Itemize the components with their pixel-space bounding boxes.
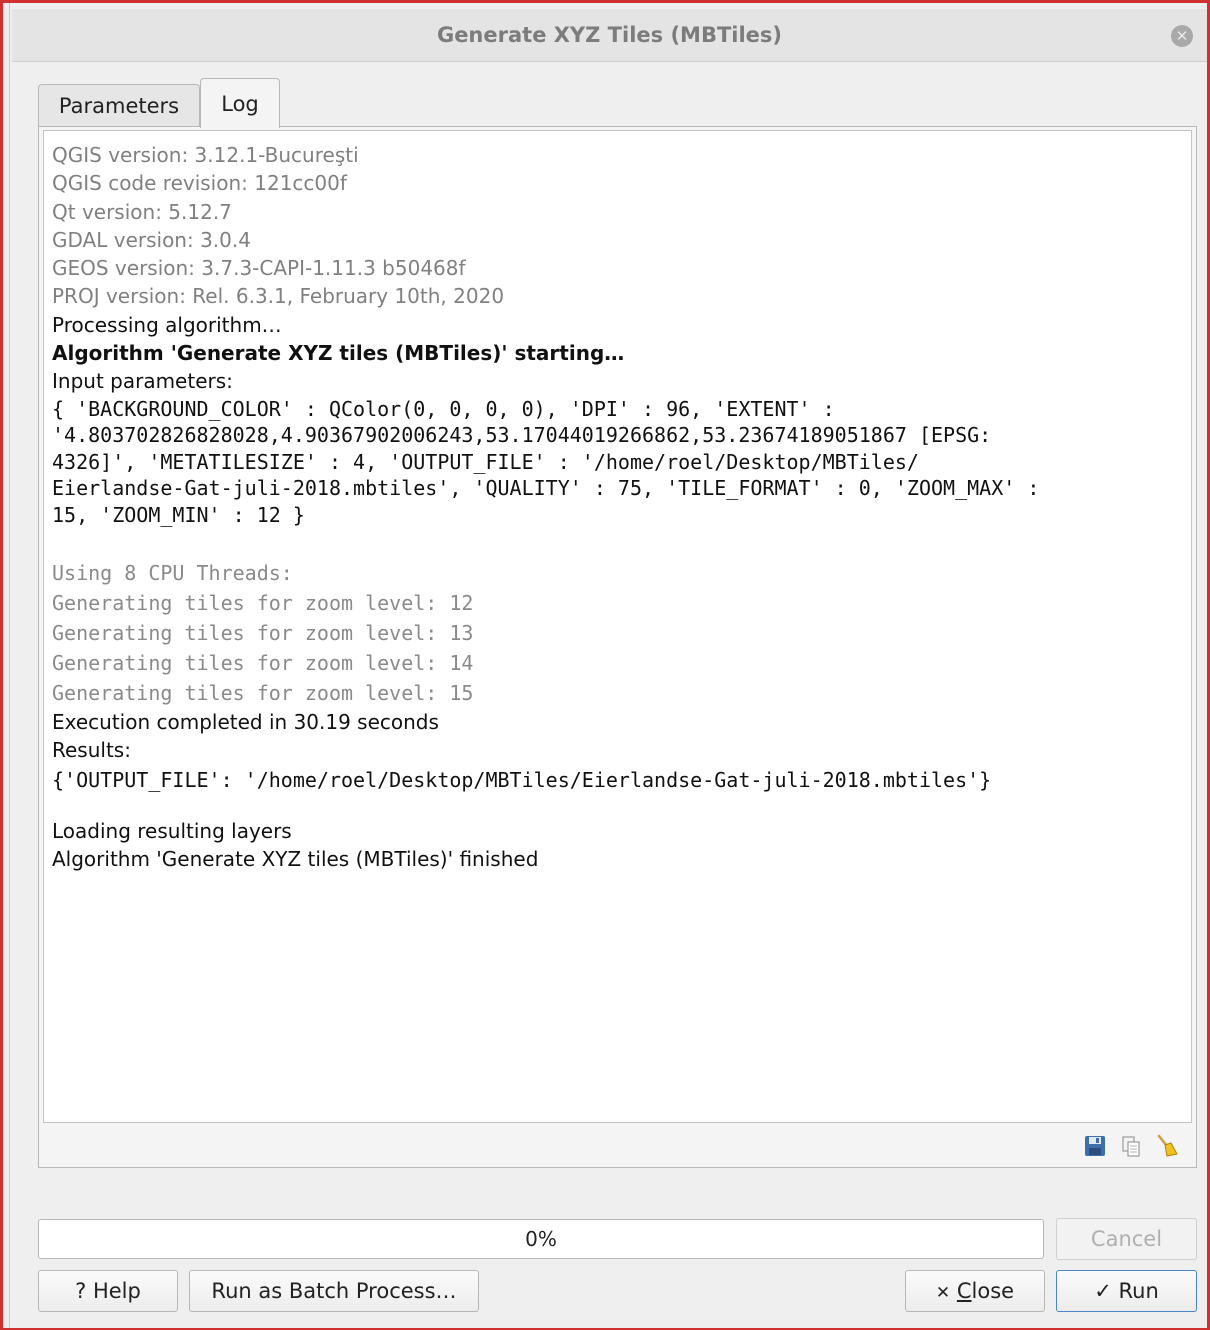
progress-bar: 0% bbox=[38, 1219, 1044, 1259]
log-finished: Algorithm 'Generate XYZ tiles (MBTiles)'… bbox=[52, 847, 539, 872]
log-thread-line: Using 8 CPU Threads: bbox=[52, 561, 293, 586]
log-input-label: Input parameters: bbox=[52, 369, 233, 394]
log-toolbar bbox=[1066, 1131, 1186, 1161]
cancel-button[interactable]: Cancel bbox=[1056, 1218, 1197, 1260]
log-params-line: 4326]', 'METATILESIZE' : 4, 'OUTPUT_FILE… bbox=[52, 449, 919, 474]
log-line: QGIS code revision: 121cc00f bbox=[52, 171, 347, 196]
close-button[interactable]: ✕ Close bbox=[905, 1270, 1045, 1312]
log-starting: Algorithm 'Generate XYZ tiles (MBTiles)'… bbox=[52, 341, 625, 366]
tab-log[interactable]: Log bbox=[200, 78, 280, 128]
log-line: PROJ version: Rel. 6.3.1, February 10th,… bbox=[52, 284, 505, 309]
help-icon: ? bbox=[75, 1279, 87, 1303]
log-params-line: { 'BACKGROUND_COLOR' : QColor(0, 0, 0, 0… bbox=[52, 396, 835, 421]
progress-text: 0% bbox=[525, 1227, 557, 1251]
log-line: GDAL version: 3.0.4 bbox=[52, 227, 251, 252]
copy-icon[interactable] bbox=[1116, 1131, 1146, 1161]
log-results-label: Results: bbox=[52, 738, 131, 763]
log-processing: Processing algorithm… bbox=[52, 312, 282, 337]
help-label: Help bbox=[92, 1279, 141, 1303]
help-button[interactable]: ? Help bbox=[38, 1270, 178, 1312]
log-params-line: 15, 'ZOOM_MIN' : 12 } bbox=[52, 502, 305, 527]
log-thread-line: Generating tiles for zoom level: 14 bbox=[52, 651, 474, 676]
title-bar: Generate XYZ Tiles (MBTiles) ✕ bbox=[12, 9, 1207, 62]
dialog-window: Generate XYZ Tiles (MBTiles) ✕ Parameter… bbox=[0, 0, 1210, 1330]
log-results-value: {'OUTPUT_FILE': '/home/roel/Desktop/MBTi… bbox=[52, 767, 992, 792]
log-thread-line: Generating tiles for zoom level: 13 bbox=[52, 621, 474, 646]
clear-icon[interactable] bbox=[1152, 1131, 1182, 1161]
log-panel: QGIS version: 3.12.1-Bucureşti QGIS code… bbox=[38, 126, 1197, 1168]
log-execution: Execution completed in 30.19 seconds bbox=[52, 710, 439, 735]
log-thread-line: Generating tiles for zoom level: 12 bbox=[52, 591, 474, 616]
run-label: Run bbox=[1118, 1279, 1159, 1303]
log-line: Qt version: 5.12.7 bbox=[52, 199, 232, 224]
tab-parameters[interactable]: Parameters bbox=[38, 84, 200, 126]
log-params-line: '4.803702826828028,4.90367902006243,53.1… bbox=[52, 423, 992, 448]
log-loading: Loading resulting layers bbox=[52, 818, 292, 843]
window-close-icon[interactable]: ✕ bbox=[1171, 25, 1193, 47]
dialog-title: Generate XYZ Tiles (MBTiles) bbox=[436, 23, 783, 47]
run-button[interactable]: ✓ Run bbox=[1056, 1270, 1197, 1312]
run-as-batch-button[interactable]: Run as Batch Process… bbox=[189, 1270, 479, 1312]
log-line: QGIS version: 3.12.1-Bucureşti bbox=[52, 143, 359, 167]
log-line: GEOS version: 3.7.3-CAPI-1.11.3 b50468f bbox=[52, 256, 466, 281]
log-params-line: Eierlandse-Gat-juli-2018.mbtiles', 'QUAL… bbox=[52, 476, 1040, 501]
close-label: Close bbox=[956, 1279, 1015, 1303]
save-icon[interactable] bbox=[1080, 1131, 1110, 1161]
close-icon: ✕ bbox=[935, 1283, 951, 1303]
log-text-area[interactable]: QGIS version: 3.12.1-Bucureşti QGIS code… bbox=[43, 130, 1192, 1123]
checkmark-icon: ✓ bbox=[1094, 1279, 1112, 1303]
log-thread-line: Generating tiles for zoom level: 15 bbox=[52, 681, 474, 706]
